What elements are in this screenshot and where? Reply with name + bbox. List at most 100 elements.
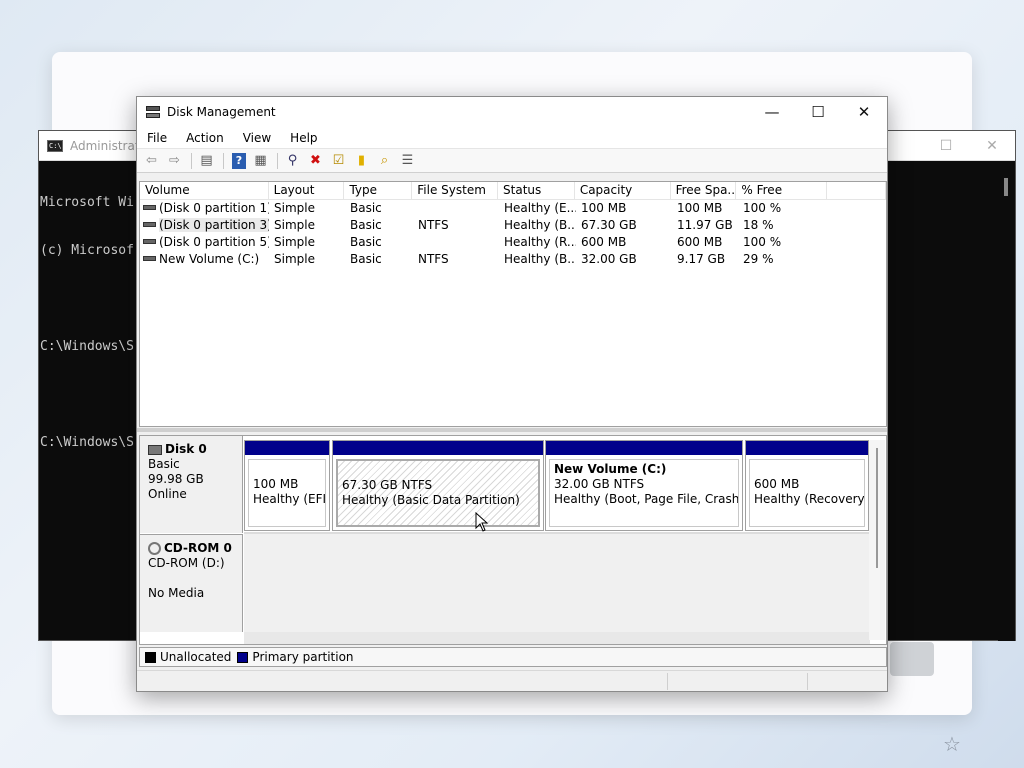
cdrom-drive: CD-ROM (D:) [148,556,225,570]
check-icon[interactable]: ☑ [328,151,349,171]
pane-splitter[interactable] [137,428,887,432]
column-header-file-system[interactable]: File System [412,182,499,199]
partition-efi[interactable]: 100 MB Healthy (EFI S [244,440,330,531]
cell-capacity: 100 MB [581,201,627,215]
console-scroll-thumb[interactable] [1004,178,1008,196]
partition-status: Healthy (Recovery Pa [754,492,865,506]
disk-management-window[interactable]: Disk Management — ☐ ✕ File Action View H… [136,96,888,692]
legend-swatch-unallocated [145,651,156,663]
cell-layout: Simple [274,201,315,215]
back-arrow-icon[interactable]: ⇦ [141,151,162,171]
menu-view[interactable]: View [233,131,280,145]
cell-status: Healthy (R... [504,235,576,249]
legend-swatch-primary [237,651,249,663]
disk-view-scrollbar[interactable] [869,440,885,640]
partition-recovery[interactable]: 600 MB Healthy (Recovery Pa [745,440,869,531]
setup-button[interactable] [890,642,934,676]
column-header-capacity[interactable]: Capacity [575,182,671,199]
delete-icon[interactable]: ✖ [305,151,326,171]
help-icon[interactable]: ? [232,152,246,169]
cell-free-space: 100 MB [677,201,723,215]
disk-icon [148,444,162,455]
cell-type: Basic [350,252,382,266]
disk-type: Basic [148,457,180,471]
toolbar-separator [191,152,192,169]
disk-view-bottom-strip [244,632,870,644]
partition-size: 32.00 GB NTFS [554,477,645,491]
console-scrollbar[interactable] [998,162,1015,641]
cell-type: Basic [350,235,382,249]
cdrom-0-label[interactable]: CD-ROM 0 CD-ROM (D:) No Media [140,534,243,632]
partition-status: Healthy (Basic Data Partition) [342,493,520,507]
cell-layout: Simple [274,218,315,232]
cdrom-content-area[interactable] [244,534,870,632]
mouse-pointer-icon [475,512,489,532]
window-controls: — ☐ ✕ [749,97,887,127]
partition-size: 67.30 GB NTFS [342,478,433,492]
console-window-controls: ☐ ✕ [923,131,1015,161]
maximize-button[interactable]: ☐ [795,97,841,127]
disk-view-scroll-thumb[interactable] [876,448,878,568]
table-row[interactable]: New Volume (C:) Simple Basic NTFS Health… [140,251,886,268]
cdrom-status: No Media [148,586,205,600]
column-header-volume[interactable]: Volume [140,182,269,199]
partition-size: 100 MB [253,477,299,491]
volume-list-header: Volume Layout Type File System Status Ca… [140,182,886,200]
cdrom-spacer [148,571,242,586]
cdrom-name: CD-ROM 0 [164,541,232,555]
partition-new-volume-c[interactable]: New Volume (C:) 32.00 GB NTFS Healthy (B… [545,440,743,531]
cell-type: Basic [350,201,382,215]
partition-bar [333,441,543,455]
show-hide-console-tree-icon[interactable]: ▤ [196,151,217,171]
properties-icon[interactable]: ▦ [250,151,271,171]
toolbar-separator [277,152,278,169]
partition-name: New Volume (C:) [554,462,667,476]
partition-bar [746,441,868,455]
menu-bar: File Action View Help [137,127,887,149]
partition-bar [245,441,329,455]
menu-help[interactable]: Help [280,131,326,145]
cell-capacity: 67.30 GB [581,218,637,232]
disk-0-label[interactable]: Disk 0 Basic 99.98 GB Online [140,436,243,533]
menu-file[interactable]: File [137,131,176,145]
drive-icon [143,239,156,244]
menu-action[interactable]: Action [176,131,233,145]
partition-size: 600 MB [754,477,800,491]
volume-name: (Disk 0 partition 5) [159,235,269,249]
dm-titlebar[interactable]: Disk Management — ☐ ✕ [137,97,887,127]
cell-file-system [413,200,499,217]
list-view-icon[interactable]: ☰ [397,151,418,171]
drive-icon [143,205,156,210]
column-header-layout[interactable]: Layout [269,182,345,199]
cell-file-system: NTFS [418,218,449,232]
open-folder-icon[interactable]: ▮ [351,151,372,171]
table-row[interactable]: (Disk 0 partition 3) Simple Basic NTFS H… [140,217,886,234]
cell-file-system: NTFS [418,252,449,266]
connect-icon[interactable]: ⚲ [282,151,303,171]
console-close-button[interactable]: ✕ [969,131,1015,161]
column-header-type[interactable]: Type [344,182,413,199]
legend-item-primary: Primary partition [237,650,354,664]
partition-status: Healthy (EFI S [253,492,326,506]
close-button[interactable]: ✕ [841,97,887,127]
volume-name: New Volume (C:) [159,252,260,266]
search-folder-icon[interactable]: ⌕ [374,151,395,171]
window-title: Disk Management [167,105,276,119]
volume-list[interactable]: Volume Layout Type File System Status Ca… [139,181,887,427]
table-row[interactable]: (Disk 0 partition 1) Simple Basic Health… [140,200,886,217]
column-header-percent-free[interactable]: % Free [736,182,828,199]
column-header-free-space[interactable]: Free Spa... [671,182,737,199]
table-row[interactable]: (Disk 0 partition 5) Simple Basic Health… [140,234,886,251]
accessibility-icon[interactable]: ☆ [940,732,964,756]
legend-item-unallocated: Unallocated [145,650,231,664]
disk-graphical-view[interactable]: Disk 0 Basic 99.98 GB Online 100 MB Heal… [139,435,887,645]
minimize-button[interactable]: — [749,97,795,127]
column-header-status[interactable]: Status [498,182,575,199]
cell-free-space: 9.17 GB [677,252,726,266]
forward-arrow-icon[interactable]: ⇨ [164,151,185,171]
partition-basic-data[interactable]: 67.30 GB NTFS Healthy (Basic Data Partit… [332,440,544,531]
disk-status: Online [148,487,187,501]
console-maximize-button[interactable]: ☐ [923,131,969,161]
status-separator [807,673,808,690]
column-header-blank[interactable] [827,182,886,199]
